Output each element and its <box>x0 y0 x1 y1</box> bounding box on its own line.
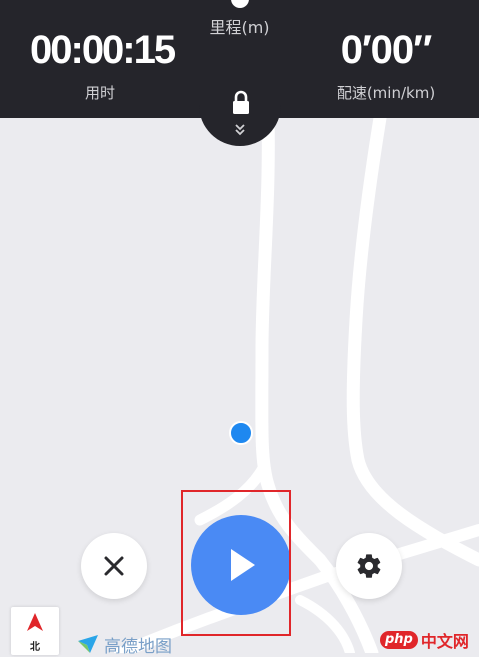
compass[interactable]: 北 <box>11 607 59 655</box>
distance-indicator <box>231 0 249 8</box>
chevron-double-down-icon[interactable] <box>234 122 246 136</box>
compass-label: 北 <box>30 642 40 653</box>
settings-button[interactable] <box>336 533 402 599</box>
watermark: php 中文网 <box>380 628 469 652</box>
stop-button[interactable] <box>81 533 147 599</box>
play-icon <box>231 549 255 581</box>
watermark-suffix: 中文网 <box>420 632 469 651</box>
close-icon <box>104 556 124 576</box>
lock-icon[interactable] <box>231 90 251 116</box>
amap-logo-icon <box>78 635 98 653</box>
pace-value: 0′00″ <box>340 28 433 72</box>
watermark-brand: php <box>380 631 418 649</box>
north-arrow-icon <box>27 613 43 631</box>
gear-icon <box>357 554 381 578</box>
elapsed-time-label: 用时 <box>84 84 115 102</box>
pace-label: 配速(min/km) <box>336 84 436 102</box>
current-location-marker <box>229 421 253 445</box>
elapsed-time-value: 00:00:15 <box>30 28 176 72</box>
map-provider-logo: 高德地图 <box>78 634 172 657</box>
start-button[interactable] <box>191 515 291 615</box>
